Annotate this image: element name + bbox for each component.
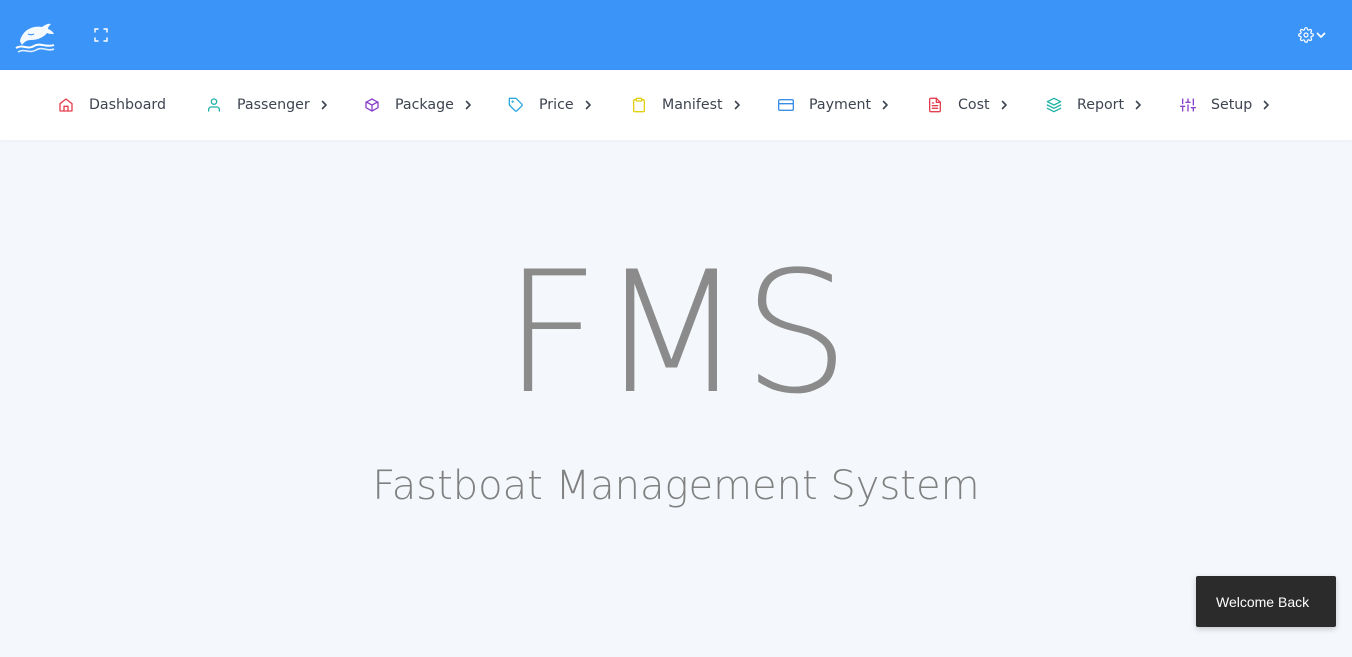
- chevron-right-icon: [880, 100, 890, 110]
- fullscreen-icon[interactable]: [93, 27, 109, 43]
- nav-item-passenger[interactable]: Passenger: [206, 92, 329, 118]
- nav-item-package[interactable]: Package: [364, 92, 473, 118]
- hero-subtitle: Fastboat Management System: [372, 463, 980, 509]
- user-icon: [206, 97, 222, 113]
- dolphin-logo-icon[interactable]: [14, 17, 56, 55]
- chevron-down-icon: [1315, 29, 1327, 41]
- nav-item-label: Setup: [1211, 97, 1253, 113]
- nav-item-label: Report: [1077, 97, 1125, 113]
- nav-item-cost[interactable]: Cost: [927, 92, 1009, 118]
- nav-item-label: Manifest: [662, 97, 723, 113]
- home-icon: [58, 97, 74, 113]
- chevron-right-icon: [999, 100, 1009, 110]
- nav-item-label: Payment: [809, 97, 872, 113]
- layers-icon: [1046, 97, 1062, 113]
- hero-title: FMS: [503, 235, 849, 431]
- nav-item-label: Cost: [958, 97, 990, 113]
- nav-item-setup[interactable]: Setup: [1180, 92, 1271, 118]
- chevron-right-icon: [1261, 100, 1271, 110]
- top-bar: [0, 0, 1352, 70]
- main-nav: Dashboard Passenger Package Price Manife…: [0, 70, 1352, 140]
- welcome-toast[interactable]: Welcome Back: [1196, 576, 1336, 627]
- credit-card-icon: [778, 97, 794, 113]
- toast-message: Welcome Back: [1216, 593, 1310, 610]
- gear-icon: [1298, 27, 1314, 43]
- nav-item-manifest[interactable]: Manifest: [631, 92, 742, 118]
- nav-item-report[interactable]: Report: [1046, 92, 1143, 118]
- tag-icon: [508, 97, 524, 113]
- chevron-right-icon: [1133, 100, 1143, 110]
- chevron-right-icon: [583, 100, 593, 110]
- chevron-right-icon: [319, 100, 329, 110]
- file-text-icon: [927, 97, 943, 113]
- nav-item-label: Package: [395, 97, 454, 113]
- nav-item-label: Price: [539, 97, 574, 113]
- clipboard-icon: [631, 97, 647, 113]
- nav-item-label: Dashboard: [89, 97, 166, 113]
- chevron-right-icon: [732, 100, 742, 110]
- chevron-right-icon: [463, 100, 473, 110]
- settings-dropdown[interactable]: [1298, 26, 1330, 44]
- nav-item-price[interactable]: Price: [508, 92, 593, 118]
- nav-item-dashboard[interactable]: Dashboard: [58, 92, 166, 118]
- box-icon: [364, 97, 380, 113]
- nav-item-label: Passenger: [237, 97, 310, 113]
- nav-item-payment[interactable]: Payment: [778, 92, 890, 118]
- sliders-icon: [1180, 97, 1196, 113]
